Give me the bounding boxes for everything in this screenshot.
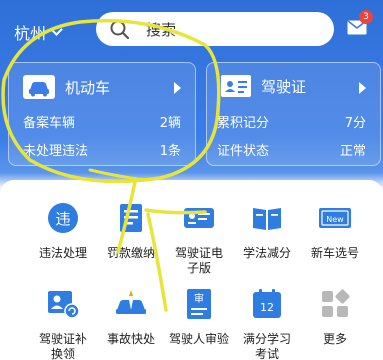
service-new-plate[interactable]: New 新车选号	[300, 200, 370, 261]
service-exam[interactable]: 12 满分学习 考试	[232, 286, 302, 360]
unprocessed-violations-value: 1条	[159, 144, 181, 159]
service-license-renew[interactable]: 驾驶证补 换领	[28, 286, 98, 360]
exam-calendar-icon: 12	[253, 289, 281, 318]
service-label: 满分学习 考试	[242, 332, 291, 360]
study-book-icon	[253, 208, 281, 230]
svg-text:12: 12	[260, 301, 274, 314]
chevron-down-icon	[50, 23, 63, 36]
service-label: 驾驶人审验	[168, 332, 229, 346]
svg-text:审: 审	[194, 292, 204, 305]
e-license-icon	[184, 208, 214, 228]
new-plate-icon: New	[319, 208, 351, 228]
search-icon	[110, 20, 130, 40]
service-study[interactable]: 学法减分	[232, 200, 302, 261]
svg-text:New: New	[326, 215, 344, 224]
search-placeholder: 搜索	[146, 21, 177, 39]
service-violation[interactable]: 违 违法处理	[28, 200, 98, 261]
license-card-title: 驾驶证	[261, 77, 307, 96]
service-label: 学法减分	[242, 246, 291, 260]
accident-icon	[116, 290, 146, 314]
search-bar[interactable]: 搜索	[96, 12, 334, 46]
city-label: 杭州	[14, 24, 47, 43]
notification-badge: 3	[359, 10, 373, 24]
points-value: 7分	[344, 116, 366, 131]
license-card[interactable]: 驾驶证 累积记分 7分 证件状态 正常	[206, 62, 381, 166]
id-card-icon	[221, 75, 251, 97]
service-more[interactable]: 更多	[300, 286, 370, 347]
svg-text:违: 违	[55, 210, 70, 228]
arrow-right-icon	[174, 82, 181, 94]
vehicle-card[interactable]: 机动车 备案车辆 2辆 未处理违法 1条	[8, 62, 196, 166]
violation-icon: 违	[48, 203, 78, 233]
service-label: 更多	[322, 332, 347, 346]
service-fine-payment[interactable]: 罚款缴纳	[96, 200, 166, 261]
arrow-right-icon	[359, 82, 366, 94]
car-icon	[23, 75, 55, 99]
registered-vehicles-value: 2辆	[159, 116, 181, 131]
license-status-value: 正常	[339, 144, 366, 159]
service-e-license[interactable]: 驾驶证电 子版	[164, 200, 234, 276]
driver-review-icon: 审	[187, 289, 211, 319]
fine-payment-icon	[120, 204, 142, 232]
license-renew-icon	[48, 291, 80, 319]
service-driver-review[interactable]: 审 驾驶人审验	[164, 286, 234, 347]
service-label: 新车选号	[310, 246, 359, 260]
service-label: 事故快处	[106, 332, 155, 346]
more-grid-icon	[322, 289, 350, 317]
vehicle-card-title: 机动车	[65, 78, 111, 97]
top-bar: 杭州 搜索 3	[0, 0, 383, 58]
registered-vehicles-label: 备案车辆	[23, 116, 76, 131]
points-label: 累积记分	[217, 116, 270, 131]
service-label: 罚款缴纳	[106, 246, 155, 260]
unprocessed-violations-label: 未处理违法	[23, 144, 89, 159]
service-accident[interactable]: 事故快处	[96, 286, 166, 347]
service-label: 驾驶证补 换领	[38, 332, 87, 360]
service-label: 违法处理	[38, 246, 87, 260]
license-status-label: 证件状态	[217, 144, 270, 159]
service-label: 驾驶证电 子版	[174, 246, 223, 275]
city-selector[interactable]: 杭州	[14, 20, 63, 44]
